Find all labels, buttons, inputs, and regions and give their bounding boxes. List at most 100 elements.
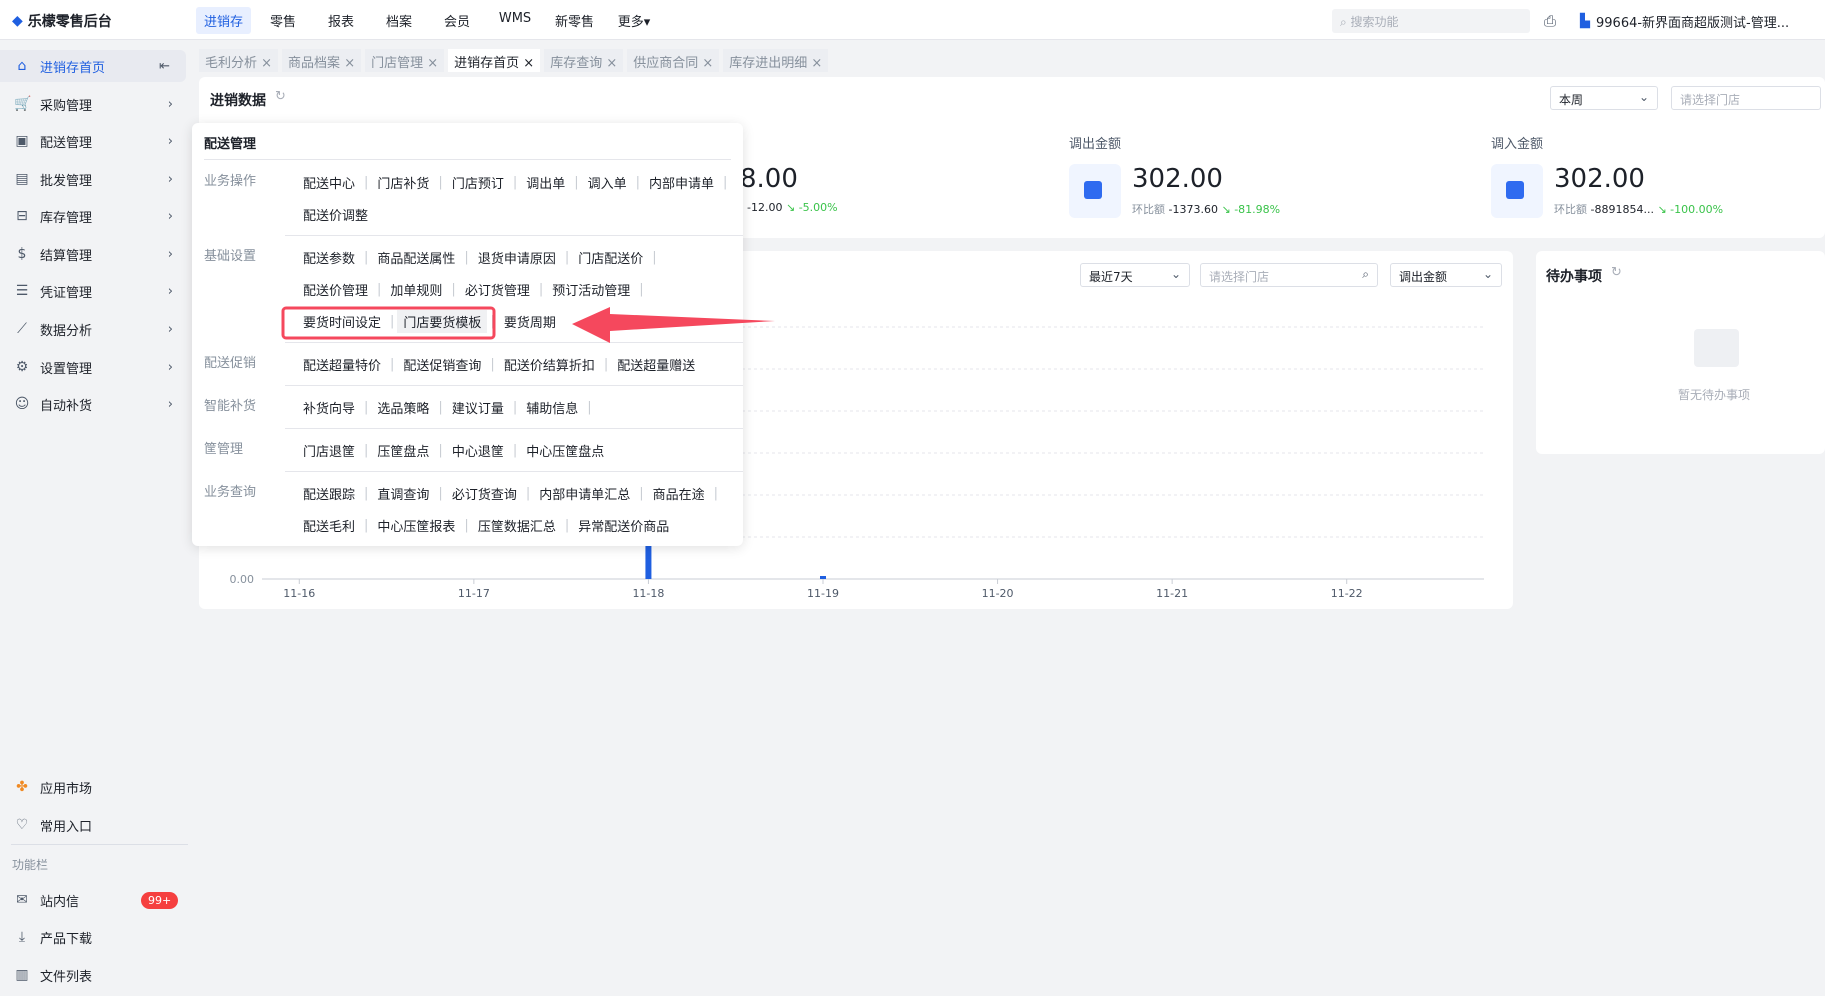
close-icon[interactable]: × <box>698 56 713 71</box>
menu-item[interactable]: 压筐数据汇总 <box>472 514 562 537</box>
sidebar-bottom-item[interactable]: ✤ 应用市场 <box>0 771 189 803</box>
sidebar-item-label: 设置管理 <box>40 361 93 377</box>
period-select[interactable]: 本周 ⌄ <box>1550 86 1658 110</box>
sidebar-item[interactable]: ⚙ 设置管理 › <box>0 351 189 383</box>
tab-item[interactable]: 供应商合同 × <box>627 49 720 72</box>
menu-item[interactable]: 内部申请单 <box>643 171 720 194</box>
menu-item[interactable]: 补货向导 <box>297 396 361 419</box>
menu-item[interactable]: 门店退筐 <box>297 439 361 462</box>
menu-item[interactable]: 要货周期 <box>498 310 562 333</box>
card-value: 8.00 <box>740 164 798 194</box>
nav-item[interactable]: WMS <box>489 7 541 34</box>
sidebar-item[interactable]: 🛒 采购管理 › <box>0 88 189 120</box>
top-bar: ◆ 乐檬零售后台 进销存 零售 报表 档案 会员 WMS 新零售 更多▾ ⌕ 搜索功能 ⎙ ▙ 9… <box>0 0 1825 40</box>
separator: | <box>438 399 443 415</box>
collapse-icon[interactable]: ⇤ <box>159 59 170 74</box>
sidebar-item[interactable]: ☺ 自动补货 › <box>0 388 189 420</box>
tab-item[interactable]: 商品档案 × <box>282 49 362 72</box>
close-icon[interactable]: × <box>807 56 822 71</box>
menu-item[interactable]: 调出单 <box>520 171 571 194</box>
menu-item[interactable]: 选品策略 <box>371 396 435 419</box>
sidebar-item[interactable]: ⊟ 库存管理 › <box>0 200 189 232</box>
menu-row: 补货向导 | 选品策略 | 建议订量 | 辅助信息 | <box>297 391 731 423</box>
close-icon[interactable]: × <box>340 56 355 71</box>
tab-item[interactable]: 进销存首页 × <box>448 49 541 72</box>
menu-item[interactable]: 门店配送价 <box>572 246 649 269</box>
close-icon[interactable]: × <box>602 56 617 71</box>
menu-item[interactable]: 压筐盘点 <box>371 439 435 462</box>
tab-item[interactable]: 毛利分析 × <box>199 49 279 72</box>
tab-label: 门店管理 <box>371 56 424 71</box>
app-logo[interactable]: ◆ 乐檬零售后台 <box>12 11 112 31</box>
menu-item[interactable]: 调入单 <box>582 171 633 194</box>
menu-item[interactable]: 配送超量赠送 <box>611 353 701 376</box>
menu-item[interactable]: 配送跟踪 <box>297 482 361 505</box>
close-icon[interactable]: × <box>519 56 534 71</box>
menu-item[interactable]: 退货申请原因 <box>472 246 562 269</box>
menu-item[interactable]: 中心压筐报表 <box>371 514 461 537</box>
search-input[interactable]: ⌕ 搜索功能 <box>1332 9 1530 33</box>
menu-item[interactable]: 预订活动管理 <box>546 278 636 301</box>
file-list-icon: ▥ <box>15 967 29 983</box>
sidebar-item[interactable]: ▤ 批发管理 › <box>0 163 189 195</box>
menu-item[interactable]: 中心压筐盘点 <box>520 439 610 462</box>
box-icon: ▣ <box>15 133 29 149</box>
refresh-icon[interactable]: ↻ <box>275 89 286 104</box>
menu-item[interactable]: 商品在途 <box>647 482 711 505</box>
menu-item[interactable]: 配送毛利 <box>297 514 361 537</box>
sidebar-item[interactable]: ⌂ 进销存首页 ⇤ <box>0 50 186 82</box>
menu-item[interactable]: 必订货查询 <box>446 482 523 505</box>
separator: | <box>438 442 443 458</box>
menu-item[interactable]: 门店要货模板 <box>397 309 488 333</box>
nav-item[interactable]: 档案 <box>373 7 425 34</box>
menu-item[interactable]: 中心退筐 <box>446 439 510 462</box>
menu-item[interactable]: 配送价结算折扣 <box>498 353 601 376</box>
menu-group-label: 业务查询 <box>204 485 257 500</box>
menu-item[interactable]: 配送超量特价 <box>297 353 387 376</box>
nav-item[interactable]: 报表 <box>315 7 367 34</box>
sidebar-tool-item[interactable]: ⤓ 产品下载 <box>0 921 189 953</box>
menu-item[interactable]: 配送中心 <box>297 171 361 194</box>
sidebar-item[interactable]: ☰ 凭证管理 › <box>0 275 189 307</box>
menu-group-label: 配送促销 <box>204 356 257 371</box>
store-user-menu[interactable]: ▙ 99664-新界面商超版测试-管理... <box>1580 12 1789 31</box>
menu-item[interactable]: 加单规则 <box>384 278 448 301</box>
menu-item[interactable]: 建议订量 <box>446 396 510 419</box>
divider <box>285 235 743 236</box>
menu-item[interactable]: 要货时间设定 <box>297 310 387 333</box>
close-icon[interactable]: × <box>257 56 272 71</box>
nav-item[interactable]: 会员 <box>431 7 483 34</box>
tab-item[interactable]: 库存查询 × <box>544 49 624 72</box>
menu-item[interactable]: 配送促销查询 <box>397 353 487 376</box>
menu-item[interactable]: 商品配送属性 <box>371 246 461 269</box>
chevron-right-icon: › <box>167 246 173 262</box>
sidebar-tool-item[interactable]: ▥ 文件列表 <box>0 959 189 991</box>
close-icon[interactable]: × <box>423 56 438 71</box>
menu-item[interactable]: 配送参数 <box>297 246 361 269</box>
nav-item[interactable]: 新零售 <box>547 7 602 34</box>
sidebar-tool-item[interactable]: ✉ 站内信 99+ <box>0 884 189 916</box>
tab-item[interactable]: 门店管理 × <box>365 49 445 72</box>
menu-item[interactable]: 配送价调整 <box>297 203 374 226</box>
store-select[interactable]: 请选择门店 <box>1671 86 1821 110</box>
menu-item[interactable]: 门店预订 <box>446 171 510 194</box>
sidebar-bottom-item[interactable]: ♡ 常用入口 <box>0 809 189 841</box>
tab-item[interactable]: 库存进出明细 × <box>723 49 829 72</box>
tab-bar: 毛利分析 × 商品档案 × 门店管理 × 进销存首页 × 库存查询 × 供应商合同 × 库存… <box>199 49 829 72</box>
printer-icon[interactable]: ⎙ <box>1544 12 1556 30</box>
nav-item[interactable]: 进销存 <box>196 7 252 34</box>
menu-item[interactable]: 异常配送价商品 <box>572 514 675 537</box>
menu-item[interactable]: 内部申请单汇总 <box>533 482 636 505</box>
sidebar-item[interactable]: ▣ 配送管理 › <box>0 125 189 157</box>
refresh-icon[interactable]: ↻ <box>1611 265 1622 280</box>
separator: | <box>490 313 495 329</box>
sidebar-item[interactable]: ⟋ 数据分析 › <box>0 313 189 345</box>
sidebar-item[interactable]: $ 结算管理 › <box>0 238 189 270</box>
nav-item[interactable]: 更多▾ <box>608 7 660 34</box>
menu-item[interactable]: 辅助信息 <box>520 396 584 419</box>
nav-item[interactable]: 零售 <box>257 7 309 34</box>
menu-item[interactable]: 必订货管理 <box>459 278 536 301</box>
menu-item[interactable]: 配送价管理 <box>297 278 374 301</box>
menu-item[interactable]: 直调查询 <box>371 482 435 505</box>
menu-item[interactable]: 门店补货 <box>371 171 435 194</box>
